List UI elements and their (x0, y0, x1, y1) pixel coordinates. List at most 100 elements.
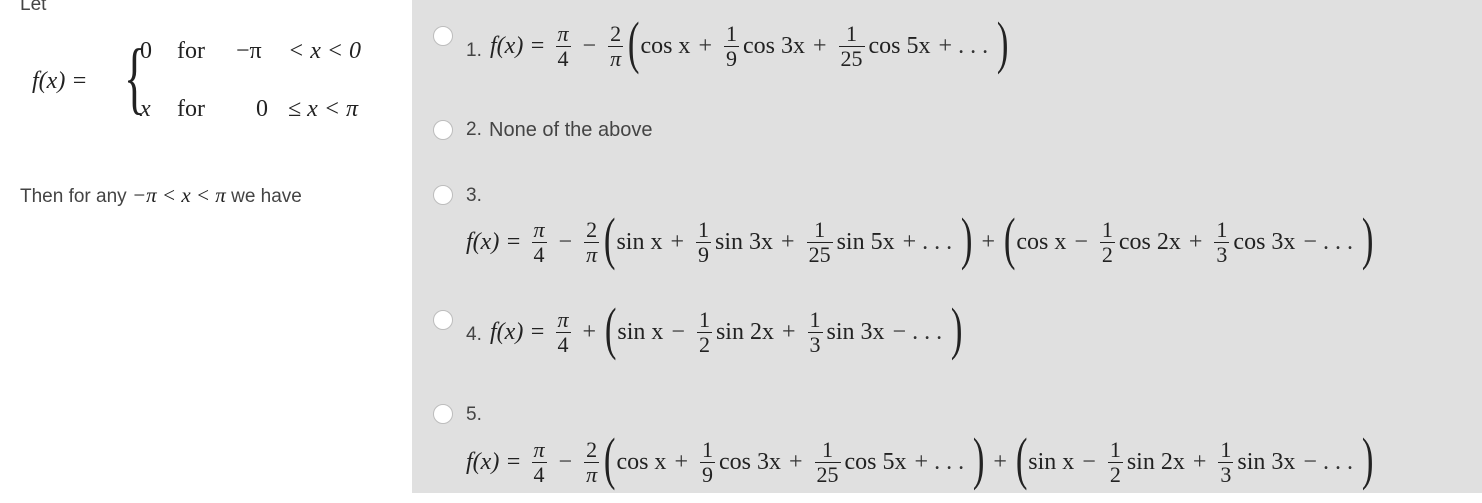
piecewise-lower: 0 (256, 96, 268, 122)
series-tail: + . . . (902, 228, 953, 255)
denominator: 9 (701, 461, 713, 487)
operator: + (781, 318, 796, 345)
left-paren: ( (603, 206, 616, 271)
numerator: π (557, 307, 569, 333)
term: cos 2x (1118, 228, 1181, 255)
fraction: 2π (608, 21, 624, 71)
question-panel: Let f(x) = { 0 for −π < x < 0 x for 0 ≤ … (0, 0, 412, 503)
numerator: 1 (809, 307, 821, 333)
numerator: 1 (814, 217, 826, 243)
option-5-radio[interactable] (433, 404, 453, 424)
option-3-radio[interactable] (433, 185, 453, 205)
formula-lhs: f(x) = (466, 228, 522, 255)
denominator: 2 (1101, 241, 1113, 267)
fraction: 2π (584, 438, 600, 486)
option-4-radio[interactable] (433, 310, 453, 330)
option-number: 4. (466, 324, 482, 345)
operator: + (812, 32, 827, 59)
numerator: π (557, 21, 569, 47)
numerator: π (533, 217, 545, 243)
denominator: 3 (1220, 461, 1232, 487)
denominator: 9 (725, 45, 737, 71)
series-tail: − . . . (1303, 448, 1353, 475)
operator: + (993, 448, 1007, 475)
left-paren: ( (627, 10, 640, 75)
numerator: 1 (698, 307, 710, 333)
denominator: 25 (808, 241, 831, 267)
denominator: 3 (1216, 241, 1228, 267)
operator: + (1192, 448, 1207, 475)
option-4-formula: f(x) = π4 + ( sin x − 12 sin 2x + 13 sin… (490, 296, 963, 362)
question-intro: Let (20, 0, 47, 15)
term: cos 5x (844, 448, 907, 475)
numerator: 1 (701, 437, 713, 463)
term: cos x (1016, 228, 1067, 255)
fraction: 12 (1099, 218, 1115, 267)
operator: − (582, 32, 597, 59)
then-suffix: we have (231, 186, 302, 207)
denominator: 25 (816, 461, 839, 487)
left-paren: ( (604, 296, 617, 361)
question-statement: Then for any −π < x < π we have (20, 183, 302, 208)
term: sin x (617, 318, 664, 345)
denominator: π (586, 241, 598, 267)
numerator: 2 (610, 21, 622, 47)
term: sin 2x (1126, 448, 1185, 475)
left-paren: ( (603, 426, 616, 491)
numerator: 1 (822, 437, 834, 463)
denominator: 2 (1109, 461, 1121, 487)
option-1-radio[interactable] (433, 26, 453, 46)
fraction: 12 (1107, 438, 1123, 487)
numerator: 1 (725, 21, 737, 47)
term: sin 5x (836, 228, 895, 255)
piecewise-value: x (140, 96, 151, 122)
option-5[interactable]: 5. f(x) = π4 − 2π ( cos x + 19 cos 3x + … (412, 402, 1482, 493)
option-number: 1. (466, 40, 482, 61)
piecewise-word: for (177, 96, 205, 122)
formula-lhs: f(x) = (490, 32, 546, 59)
piecewise-value: 0 (140, 38, 152, 64)
fraction: 1 25 (806, 217, 833, 267)
term: sin 3x (715, 228, 774, 255)
operator: + (981, 228, 995, 255)
right-paren: ) (972, 426, 985, 491)
operator: + (674, 448, 688, 475)
operator: − (558, 448, 573, 475)
term: sin 3x (1237, 448, 1296, 475)
option-4[interactable]: 4. f(x) = π4 + ( sin x − 12 sin 2x + 13 … (412, 296, 1482, 396)
option-2-text: None of the above (489, 119, 653, 141)
operator: + (1188, 228, 1203, 255)
numerator: 2 (586, 217, 598, 243)
option-number: 2. (466, 119, 482, 140)
series-tail: − . . . (1303, 228, 1353, 255)
option-1-formula: f(x) = π4 − 2π ( cos x + 19 cos 3x + 1 25… (490, 10, 1009, 76)
operator: − (558, 228, 573, 255)
fraction: π4 (531, 217, 547, 266)
operator: − (1074, 228, 1088, 255)
fraction: 2π (584, 217, 600, 267)
operator: − (1082, 448, 1096, 475)
then-text: Then for any (20, 186, 127, 207)
numerator: 1 (1220, 437, 1232, 463)
term: sin x (616, 228, 663, 255)
option-2[interactable]: 2. None of the above (412, 110, 1482, 170)
denominator: 25 (840, 45, 863, 71)
fraction: π4 (555, 21, 571, 70)
series-tail: − . . . (892, 318, 943, 345)
piecewise-condition: ≤ x < π (288, 96, 359, 122)
right-paren: ) (996, 10, 1009, 75)
operator: + (781, 228, 795, 255)
option-number: 3. (466, 185, 482, 206)
fraction: π4 (555, 307, 571, 356)
numerator: 1 (846, 21, 858, 47)
option-1[interactable]: 1. f(x) = π4 − 2π ( cos x + 19 cos 3x + … (412, 0, 1482, 110)
right-paren: ) (1361, 426, 1374, 491)
denominator: 2 (698, 331, 710, 357)
denominator: π (610, 45, 622, 71)
option-3[interactable]: 3. f(x) = π4 − 2π ( sin x + 19 sin 3x + … (412, 176, 1482, 286)
fraction: 13 (807, 307, 823, 356)
fraction: 13 (1214, 218, 1230, 267)
option-2-radio[interactable] (433, 120, 453, 140)
term: cos 3x (742, 32, 805, 59)
fraction: 19 (723, 21, 739, 71)
